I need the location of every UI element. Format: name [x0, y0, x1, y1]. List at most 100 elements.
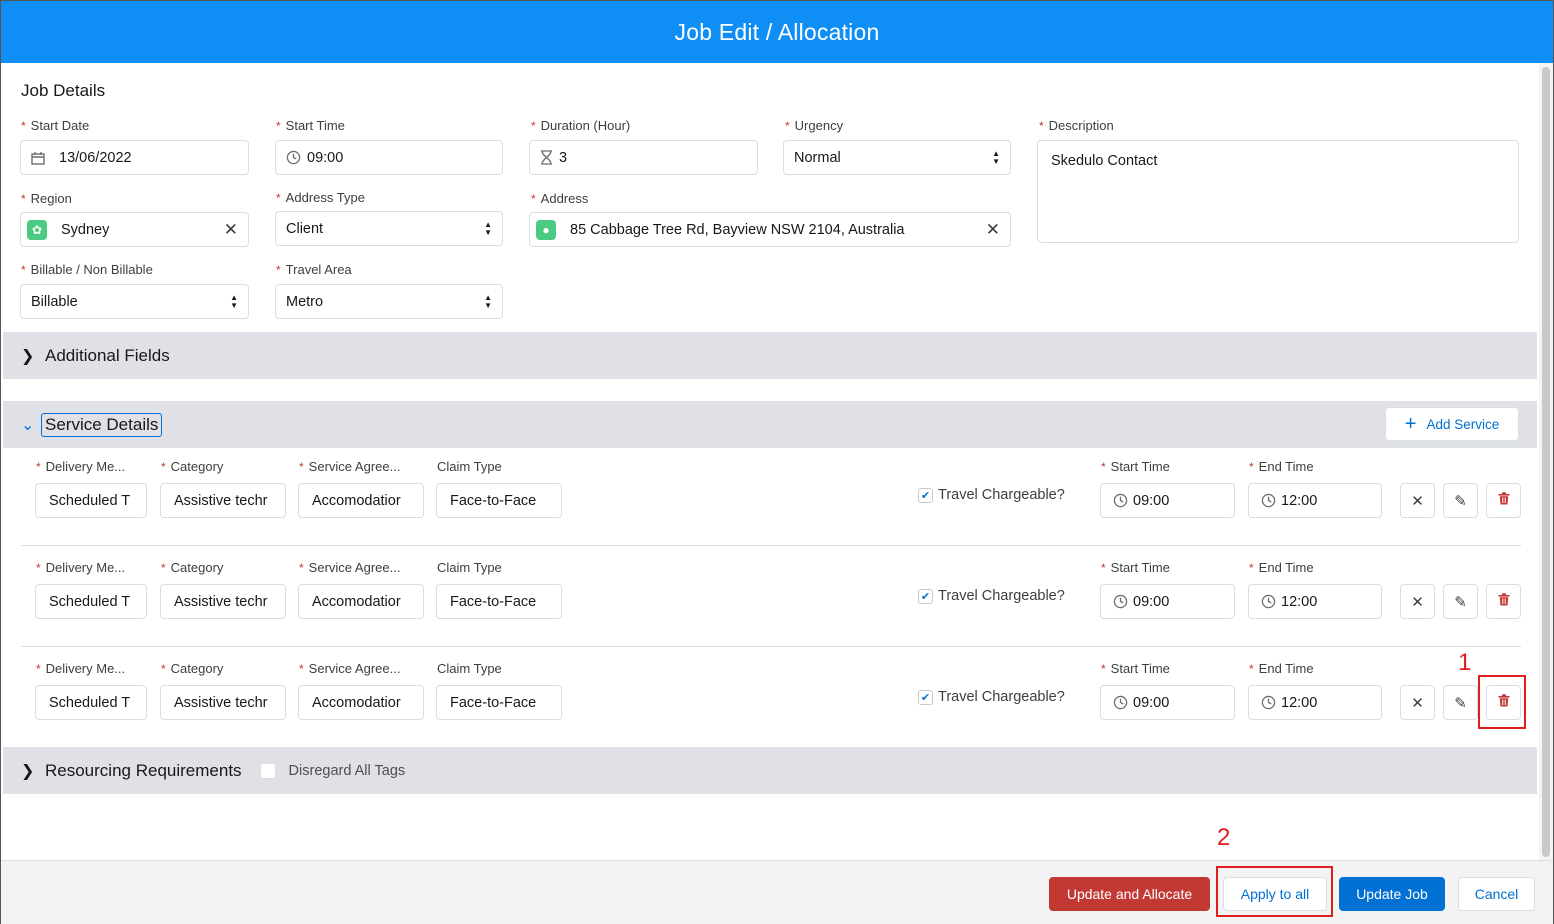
address-type-label: * Address Type: [276, 190, 365, 205]
travel-area-select[interactable]: Metro ▲ ▼: [275, 284, 503, 319]
checkmark-icon: ✔: [918, 588, 933, 604]
service-start-time-label: * Start Time: [1101, 661, 1170, 676]
claim-type-label: Claim Type: [437, 560, 502, 575]
service-end-time-label: * End Time: [1249, 560, 1314, 575]
callout-number-2: 2: [1217, 824, 1231, 851]
scrollbar-thumb[interactable]: [1542, 67, 1550, 857]
clock-icon: [1261, 695, 1276, 710]
service-end-time-label: * End Time: [1249, 661, 1314, 676]
claim-type-label: Claim Type: [437, 661, 502, 676]
chevron-right-icon: ❯: [21, 762, 35, 780]
edit-service-button[interactable]: ✎: [1443, 483, 1478, 518]
claim-type-field[interactable]: Face-to-Face: [436, 685, 562, 720]
service-start-time-field[interactable]: 09:00: [1100, 483, 1235, 518]
select-arrows-icon: ▲ ▼: [484, 292, 492, 310]
location-pin-icon: ●: [536, 219, 556, 240]
category-field[interactable]: Assistive techr: [160, 584, 286, 619]
delivery-method-field[interactable]: Scheduled T: [35, 685, 147, 720]
delivery-method-label: * Delivery Me...: [36, 661, 126, 676]
clear-address-icon[interactable]: ✕: [986, 220, 1000, 240]
category-field[interactable]: Assistive techr: [160, 483, 286, 518]
billable-label: * Billable / Non Billable: [21, 262, 153, 277]
address-lookup[interactable]: ● 85 Cabbage Tree Rd, Bayview NSW 2104, …: [529, 212, 1011, 247]
update-and-allocate-button[interactable]: Update and Allocate: [1049, 877, 1210, 911]
select-arrows-icon: ▲ ▼: [992, 148, 1000, 166]
delivery-method-field[interactable]: Scheduled T: [35, 483, 147, 518]
service-details-section[interactable]: ⌄ Service Details + Add Service: [3, 401, 1537, 448]
category-label: * Category: [161, 661, 224, 676]
plus-icon: +: [1404, 413, 1417, 435]
region-label: * Region: [21, 191, 72, 206]
clear-service-button[interactable]: ✕: [1400, 584, 1435, 619]
service-agreement-field[interactable]: Accomodatior: [298, 584, 424, 619]
add-service-button[interactable]: + Add Service: [1385, 407, 1519, 441]
apply-all-highlight-box: [1216, 866, 1333, 917]
duration-label: * Duration (Hour): [531, 118, 631, 133]
delivery-method-label: * Delivery Me...: [36, 459, 126, 474]
service-end-time-field[interactable]: 12:00: [1248, 584, 1382, 619]
clock-icon: [1113, 594, 1128, 609]
delete-service-button[interactable]: [1486, 483, 1521, 518]
category-label: * Category: [161, 459, 224, 474]
service-start-time-field[interactable]: 09:00: [1100, 584, 1235, 619]
resourcing-requirements-section[interactable]: ❯ Resourcing Requirements Disregard All …: [3, 747, 1537, 794]
additional-fields-section[interactable]: ❯ Additional Fields: [3, 332, 1537, 379]
service-end-time-label: * End Time: [1249, 459, 1314, 474]
travel-chargeable-checkbox[interactable]: ✔ Travel Chargeable?: [918, 588, 1065, 604]
disregard-tags-checkbox[interactable]: [259, 762, 276, 779]
select-arrows-icon: ▲ ▼: [484, 219, 492, 237]
travel-chargeable-checkbox[interactable]: ✔ Travel Chargeable?: [918, 487, 1065, 503]
edit-service-button[interactable]: ✎: [1443, 584, 1478, 619]
close-icon: ✕: [1411, 694, 1424, 712]
pencil-icon: ✎: [1454, 492, 1467, 510]
start-time-field[interactable]: 09:00: [275, 140, 503, 175]
edit-service-button[interactable]: ✎: [1443, 685, 1478, 720]
clock-icon: [1113, 493, 1128, 508]
category-label: * Category: [161, 560, 224, 575]
address-label: * Address: [531, 191, 589, 206]
region-lookup[interactable]: ✿ Sydney ✕: [20, 212, 249, 247]
hourglass-icon: [540, 150, 553, 165]
update-job-button[interactable]: Update Job: [1339, 877, 1445, 911]
travel-chargeable-checkbox[interactable]: ✔ Travel Chargeable?: [918, 689, 1065, 705]
modal-header: Job Edit / Allocation: [1, 1, 1553, 63]
delete-service-button[interactable]: [1486, 584, 1521, 619]
service-end-time-field[interactable]: 12:00: [1248, 685, 1382, 720]
vertical-scrollbar[interactable]: [1539, 63, 1553, 860]
pencil-icon: ✎: [1454, 593, 1467, 611]
address-type-select[interactable]: Client ▲ ▼: [275, 211, 503, 246]
close-icon: ✕: [1411, 492, 1424, 510]
clear-service-button[interactable]: ✕: [1400, 685, 1435, 720]
start-time-label: * Start Time: [276, 118, 345, 133]
urgency-label: * Urgency: [785, 118, 844, 133]
clear-service-button[interactable]: ✕: [1400, 483, 1435, 518]
cancel-button[interactable]: Cancel: [1458, 877, 1535, 911]
region-icon: ✿: [27, 219, 47, 240]
job-details-title: Job Details: [21, 81, 106, 100]
service-agreement-label: * Service Agree...: [299, 661, 401, 676]
service-row: * Delivery Me... * Category * Service Agree..…: [21, 651, 1521, 751]
clear-region-icon[interactable]: ✕: [224, 220, 238, 240]
claim-type-field[interactable]: Face-to-Face: [436, 483, 562, 518]
billable-select[interactable]: Billable ▲ ▼: [20, 284, 249, 319]
calendar-icon: [31, 151, 45, 165]
service-agreement-label: * Service Agree...: [299, 560, 401, 575]
description-label: * Description: [1039, 118, 1114, 133]
start-date-field[interactable]: 13/06/2022: [20, 140, 249, 175]
travel-area-label: * Travel Area: [276, 262, 352, 277]
service-row: * Delivery Me... * Category * Service Agree..…: [21, 449, 1521, 549]
service-agreement-field[interactable]: Accomodatior: [298, 685, 424, 720]
select-arrows-icon: ▲ ▼: [230, 292, 238, 310]
duration-field[interactable]: 3: [529, 140, 758, 175]
service-start-time-field[interactable]: 09:00: [1100, 685, 1235, 720]
description-textarea[interactable]: Skedulo Contact: [1037, 140, 1519, 243]
delivery-method-field[interactable]: Scheduled T: [35, 584, 147, 619]
service-end-time-field[interactable]: 12:00: [1248, 483, 1382, 518]
modal-body: Job Details * Start Date 13/06/2022 * Star…: [3, 63, 1537, 860]
category-field[interactable]: Assistive techr: [160, 685, 286, 720]
urgency-select[interactable]: Normal ▲ ▼: [783, 140, 1011, 175]
service-agreement-field[interactable]: Accomodatior: [298, 483, 424, 518]
clock-icon: [1261, 493, 1276, 508]
claim-type-field[interactable]: Face-to-Face: [436, 584, 562, 619]
service-agreement-label: * Service Agree...: [299, 459, 401, 474]
